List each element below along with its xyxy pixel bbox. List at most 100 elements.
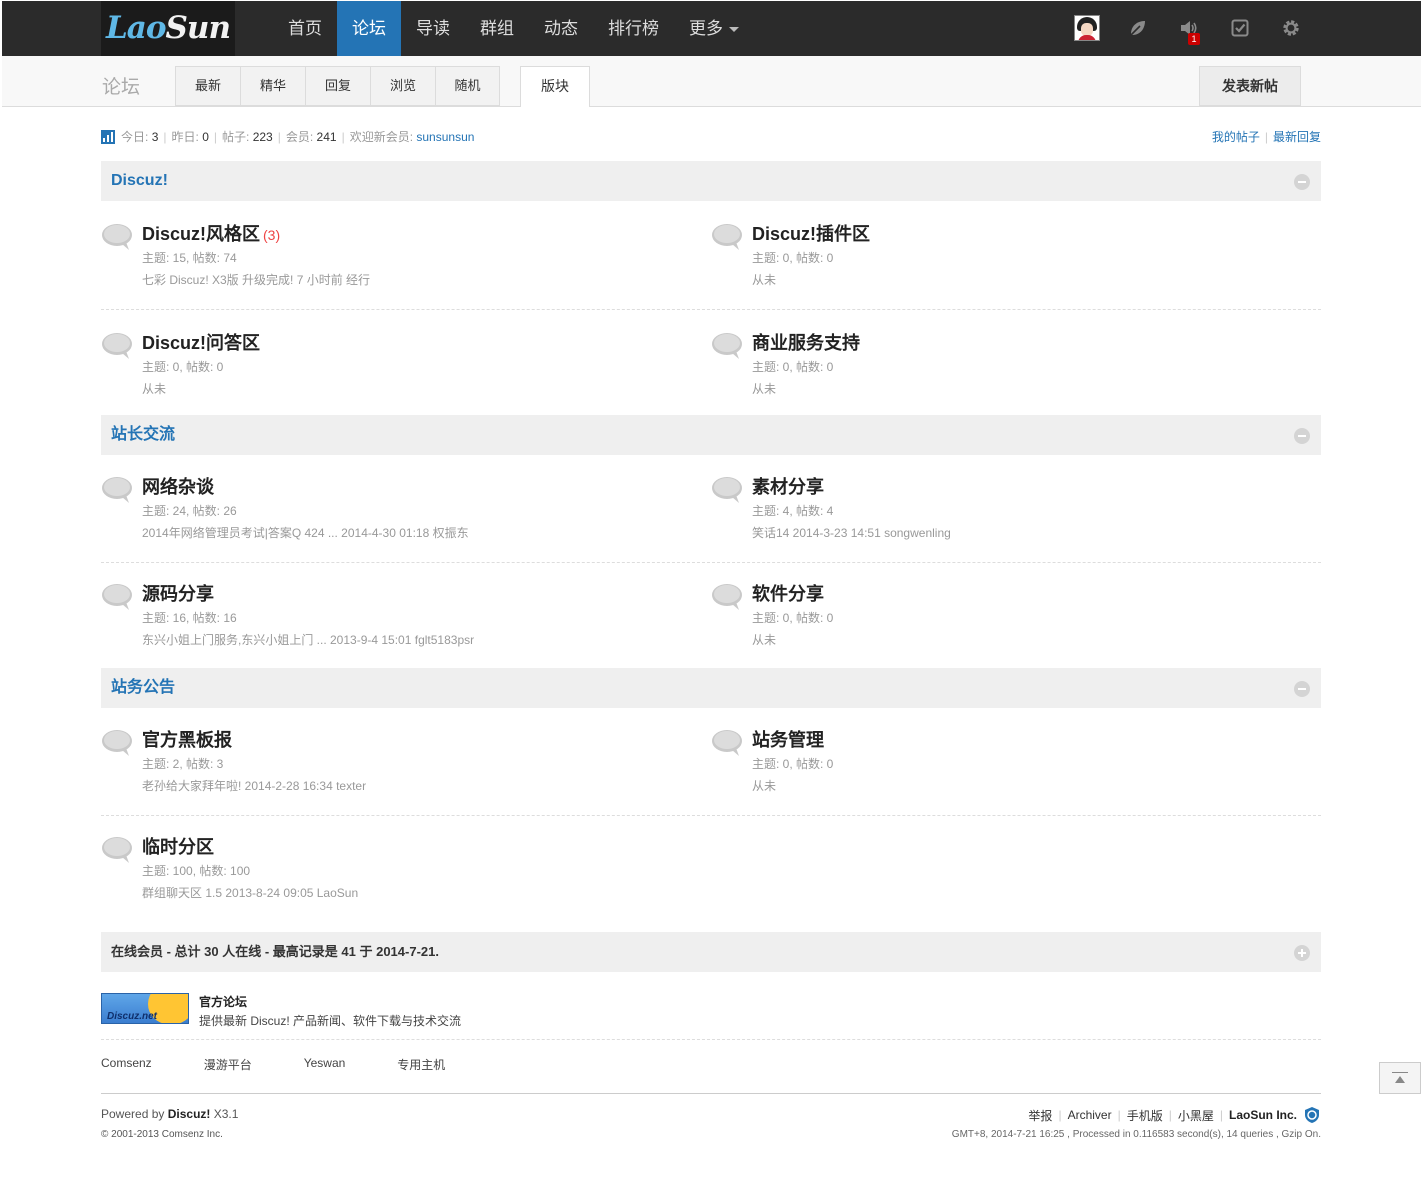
- leaf-icon: [1130, 21, 1145, 36]
- new-post-button[interactable]: 发表新帖: [1199, 66, 1301, 106]
- forum-stats-text: 主题: 0, 帖数: 0: [752, 251, 834, 265]
- last-post-text: 从未: [752, 779, 777, 793]
- forum-stats-text: 主题: 15, 帖数: 74: [142, 251, 237, 265]
- sub-header: 论坛 最新 精华 回复 浏览 随机 版块 发表新帖: [2, 56, 1421, 107]
- forum-stats-text: 主题: 2, 帖数: 3: [142, 757, 224, 771]
- chat-bubble-icon: [712, 224, 742, 250]
- forum-stats-text: 主题: 0, 帖数: 0: [752, 611, 834, 625]
- forum-item: Discuz!风格区 (3) 主题: 15, 帖数: 74 七彩 Discuz! …: [101, 220, 681, 300]
- notice-button[interactable]: 1: [1176, 14, 1202, 45]
- row-divider: [101, 815, 1321, 816]
- chat-bubble-icon: [712, 333, 742, 359]
- tab-views[interactable]: 浏览: [370, 66, 435, 106]
- category-title[interactable]: Discuz!: [111, 161, 168, 201]
- gear-icon: [1283, 20, 1299, 36]
- row-divider: [101, 1039, 1321, 1040]
- notice-badge: 1: [1188, 33, 1200, 45]
- forum-stats: 今日: 3 | 昨日: 0 | 帖子: 223 | 会员: 241 | 欢迎新会…: [101, 128, 474, 145]
- copyright: © 2001-2013 Comsenz Inc.: [101, 1129, 223, 1140]
- chat-bubble-icon: [102, 730, 132, 756]
- forum-item: 官方黑板报 主题: 2, 帖数: 3 老孙给大家拜年啦! 2014-2-28 1…: [101, 726, 681, 806]
- tasks-button[interactable]: [1227, 14, 1253, 42]
- last-post-link[interactable]: 2014年网络管理员考试|答案Q 424 ... 2014-4-30 01:18…: [142, 524, 469, 541]
- nav-feed[interactable]: 动态: [529, 1, 593, 56]
- footer-divider: [101, 1093, 1321, 1094]
- nav-ranking[interactable]: 排行榜: [593, 1, 674, 56]
- powered-by: Powered by Discuz! X3.1: [101, 1107, 238, 1121]
- site-logo[interactable]: LaoSun: [101, 1, 235, 56]
- mobile-link[interactable]: 手机版: [1127, 1107, 1163, 1124]
- powered-brand-link[interactable]: Discuz!: [168, 1107, 211, 1121]
- nav-more[interactable]: 更多: [674, 1, 754, 56]
- chat-bubble-icon: [102, 584, 132, 610]
- friend-link[interactable]: 漫游平台: [204, 1056, 252, 1073]
- blacklist-link[interactable]: 小黑屋: [1178, 1107, 1214, 1124]
- newest-member-link[interactable]: sunsunsun: [416, 130, 474, 144]
- nav-home[interactable]: 首页: [273, 1, 337, 56]
- nav-guide[interactable]: 导读: [401, 1, 465, 56]
- forum-name-link[interactable]: Discuz!插件区: [752, 220, 870, 246]
- friend-links: Comsenz 漫游平台 Yeswan 专用主机: [101, 1056, 497, 1073]
- last-post-link[interactable]: 七彩 Discuz! X3版 升级完成! 7 小时前 经行: [142, 271, 370, 288]
- tab-digest[interactable]: 精华: [240, 66, 305, 106]
- friend-link[interactable]: Comsenz: [101, 1056, 152, 1073]
- nav-groups[interactable]: 群组: [465, 1, 529, 56]
- my-posts-link[interactable]: 我的帖子: [1212, 130, 1260, 144]
- forum-name-link[interactable]: 临时分区: [142, 833, 214, 859]
- forum-name-link[interactable]: 官方黑板报: [142, 726, 232, 752]
- chat-bubble-icon: [102, 224, 132, 250]
- latest-reply-link[interactable]: 最新回复: [1273, 130, 1321, 144]
- site-brand-link[interactable]: LaoSun Inc.: [1229, 1108, 1297, 1122]
- category-header-discuz: Discuz!: [101, 161, 1321, 201]
- category-title[interactable]: 站务公告: [111, 668, 175, 708]
- forum-name-link[interactable]: 软件分享: [752, 580, 824, 606]
- forum-item: 软件分享 主题: 0, 帖数: 0 从未: [711, 580, 1291, 660]
- forum-item: 临时分区 主题: 100, 帖数: 100 群组聊天区 1.5 2013-8-2…: [101, 833, 681, 913]
- last-post-link[interactable]: 群组聊天区 1.5 2013-8-24 09:05 LaoSun: [142, 884, 358, 901]
- online-members-bar: 在线会员 - 总计 30 人在线 - 最高记录是 41 于 2014-7-21.: [101, 932, 1321, 972]
- category-title[interactable]: 站长交流: [111, 415, 175, 455]
- avatar[interactable]: [1074, 14, 1100, 42]
- processing-info: GMT+8, 2014-7-21 16:25 , Processed in 0.…: [951, 1129, 1321, 1140]
- forum-name-link[interactable]: Discuz!风格区 (3): [142, 220, 280, 246]
- discuz-logo-image[interactable]: Discuz.net: [101, 993, 189, 1024]
- scroll-to-top-button[interactable]: [1379, 1062, 1421, 1094]
- tab-boards[interactable]: 版块: [520, 66, 590, 107]
- today-posts-count: (3): [263, 227, 281, 243]
- main-nav: 首页 论坛 导读 群组 动态 排行榜 更多: [273, 1, 754, 56]
- archiver-link[interactable]: Archiver: [1068, 1108, 1112, 1122]
- last-post-link[interactable]: 东兴小姐上门服务,东兴小姐上门 ... 2013-9-4 15:01 fglt5…: [142, 631, 474, 648]
- forum-stats-text: 主题: 0, 帖数: 0: [752, 757, 834, 771]
- page-title: 论坛: [102, 77, 141, 98]
- last-post-link[interactable]: 老孙给大家拜年啦! 2014-2-28 16:34 texter: [142, 777, 366, 794]
- shield-icon[interactable]: [1303, 1106, 1321, 1124]
- official-forum-link[interactable]: 官方论坛: [199, 993, 247, 1010]
- last-post-link[interactable]: 笑话14 2014-3-23 14:51 songwenling: [752, 524, 951, 541]
- forum-name-link[interactable]: Discuz!问答区: [142, 329, 260, 355]
- collapse-icon[interactable]: [1294, 174, 1310, 190]
- expand-icon[interactable]: [1294, 945, 1310, 961]
- forum-name-link[interactable]: 网络杂谈: [142, 473, 214, 499]
- settings-button[interactable]: [1278, 14, 1304, 42]
- nav-forum[interactable]: 论坛: [337, 1, 401, 56]
- friend-link[interactable]: Yeswan: [304, 1056, 346, 1073]
- yesterday-count: 0: [202, 129, 209, 144]
- tab-replies[interactable]: 回复: [305, 66, 370, 106]
- friend-link[interactable]: 专用主机: [397, 1056, 445, 1073]
- online-members-text[interactable]: 在线会员 - 总计 30 人在线 - 最高记录是 41 于 2014-7-21.: [111, 932, 439, 972]
- forum-name-link[interactable]: 素材分享: [752, 473, 824, 499]
- collapse-icon[interactable]: [1294, 428, 1310, 444]
- tab-random[interactable]: 随机: [435, 66, 500, 106]
- chevron-down-icon: [729, 27, 739, 33]
- collapse-icon[interactable]: [1294, 681, 1310, 697]
- forum-name-link[interactable]: 商业服务支持: [752, 329, 860, 355]
- forum-item: 站务管理 主题: 0, 帖数: 0 从未: [711, 726, 1291, 806]
- tab-latest[interactable]: 最新: [175, 66, 240, 106]
- chat-bubble-icon: [102, 837, 132, 863]
- feed-button[interactable]: [1125, 14, 1151, 42]
- forum-name-link[interactable]: 站务管理: [752, 726, 824, 752]
- report-link[interactable]: 举报: [1028, 1107, 1052, 1124]
- powered-prefix: Powered by: [101, 1107, 165, 1121]
- forum-name-link[interactable]: 源码分享: [142, 580, 214, 606]
- forum-stats-text: 主题: 16, 帖数: 16: [142, 611, 237, 625]
